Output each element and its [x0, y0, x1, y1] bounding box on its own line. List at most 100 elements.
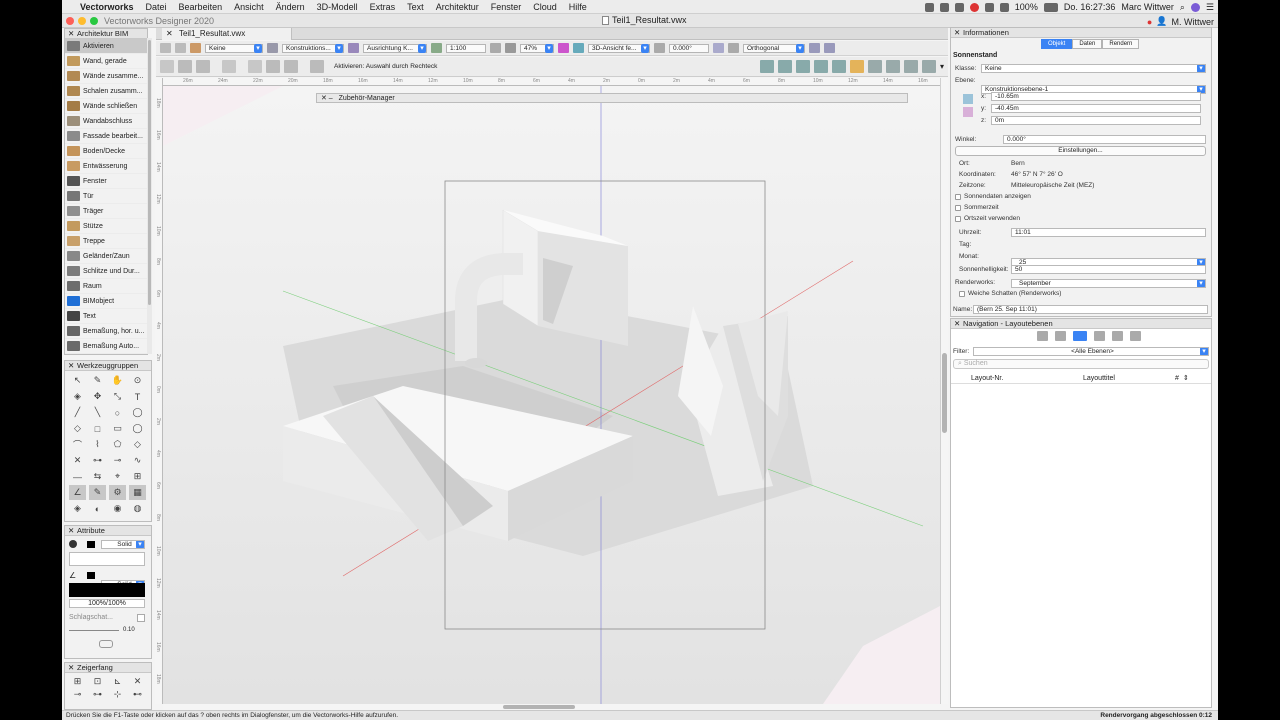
battery-icon[interactable]	[1043, 2, 1058, 12]
snap-tool-5-icon[interactable]	[831, 60, 846, 73]
snap-button-6-icon[interactable]: ⊹	[109, 688, 126, 700]
forward-icon[interactable]	[175, 43, 186, 53]
tool-group-button-13-icon[interactable]: □	[89, 421, 106, 436]
tool-group-button-26-icon[interactable]: ⌖	[109, 469, 126, 484]
app-menu[interactable]: Vectorworks	[74, 2, 140, 12]
sundata-checkbox[interactable]	[955, 193, 961, 200]
snap-button-1-icon[interactable]: ⊡	[89, 675, 106, 687]
accessory-manager[interactable]: ✕ ‒ Zubehör-Manager	[316, 93, 908, 103]
render-mode-icon[interactable]	[558, 43, 569, 53]
minimize-window-button[interactable]	[78, 17, 86, 25]
line-weight-value[interactable]: 0.10	[123, 627, 135, 633]
bim-tool-16[interactable]: Raum	[65, 279, 147, 294]
tool-group-button-17-icon[interactable]: ⌇	[89, 437, 106, 452]
back-icon[interactable]	[160, 43, 171, 53]
localtime-checkbox[interactable]	[955, 215, 961, 222]
magnifier-icon[interactable]	[505, 43, 516, 53]
bim-tool-10[interactable]: Tür	[65, 189, 147, 204]
y-field[interactable]: -40.45m	[991, 104, 1201, 113]
view-mode-icon[interactable]	[867, 60, 882, 73]
volume-icon[interactable]	[999, 2, 1009, 12]
preferences-icon[interactable]	[310, 60, 324, 73]
status-icon-a[interactable]	[924, 2, 934, 12]
siri-icon[interactable]	[1190, 2, 1200, 12]
close-icon[interactable]: ✕	[68, 526, 74, 536]
nav-classes-icon[interactable]	[1037, 331, 1048, 341]
bim-tool-4[interactable]: Wände schließen	[65, 99, 147, 114]
close-icon[interactable]: ✕	[954, 28, 960, 38]
tool-group-button-5-icon[interactable]: ✥	[89, 389, 106, 404]
menu-cloud[interactable]: Cloud	[527, 2, 563, 12]
nav-views-icon[interactable]	[1112, 331, 1123, 341]
clock[interactable]: Do. 16:27:36	[1064, 2, 1116, 12]
document-tab[interactable]: ✕ Teil1_Resultat.vwx	[162, 28, 292, 40]
rectangle-select-icon[interactable]	[248, 60, 262, 73]
tool-group-button-25-icon[interactable]: ⇆	[89, 469, 106, 484]
view-cube-icon[interactable]	[573, 43, 584, 53]
menu-text[interactable]: Text	[401, 2, 430, 12]
fill-style-select[interactable]: Solid	[101, 540, 145, 549]
position-anchor-icon[interactable]	[963, 107, 973, 117]
class-field[interactable]: Keine	[981, 64, 1206, 73]
tool-group-button-33-icon[interactable]: ◐	[89, 501, 106, 516]
line-style-icon[interactable]	[99, 640, 113, 648]
projection-icon[interactable]	[728, 43, 739, 53]
nav-layers-icon[interactable]	[1055, 331, 1066, 341]
bim-tool-9[interactable]: Fenster	[65, 174, 147, 189]
localtime-checkbox-row[interactable]: Ortszeit verwenden	[955, 215, 1020, 222]
tab-objekt[interactable]: Objekt	[1041, 39, 1073, 49]
fill-color-swatch[interactable]	[87, 541, 95, 548]
bim-tool-17[interactable]: BIMobject	[65, 294, 147, 309]
bim-tool-8[interactable]: Entwässerung	[65, 159, 147, 174]
close-icon[interactable]: ✕	[68, 29, 74, 39]
time-field[interactable]: 11:01	[1011, 228, 1206, 237]
standard-view-select[interactable]: 3D-Ansicht fe...	[588, 43, 650, 53]
lasso-select-icon[interactable]	[266, 60, 280, 73]
notification-icon[interactable]: ●	[1147, 17, 1152, 27]
sundata-checkbox-row[interactable]: Sonnendaten anzeigen	[955, 193, 1031, 200]
tool-group-button-3-icon[interactable]: ⊙	[129, 373, 146, 388]
camera-icon[interactable]	[903, 60, 918, 73]
wifi-icon[interactable]	[984, 2, 994, 12]
layer-mode-icon[interactable]	[885, 60, 900, 73]
menu-bearbeiten[interactable]: Bearbeiten	[173, 2, 229, 12]
search-icon[interactable]: ⌕	[1180, 2, 1185, 13]
selection-mode-3-icon[interactable]	[196, 60, 210, 73]
summer-checkbox-row[interactable]: Sommerzeit	[955, 204, 999, 211]
cloud-icon[interactable]	[954, 2, 964, 12]
soft-shadows-checkbox[interactable]	[959, 290, 965, 297]
tool-group-button-7-icon[interactable]: T	[129, 389, 146, 404]
snap-tool-4-icon[interactable]	[813, 60, 828, 73]
tool-group-button-8-icon[interactable]: ╱	[69, 405, 86, 420]
col-layout-number[interactable]: Layout-Nr.	[971, 373, 1003, 384]
tool-group-button-27-icon[interactable]: ⊞	[129, 469, 146, 484]
selection-mode-1-icon[interactable]	[160, 60, 174, 73]
tool-group-button-1-icon[interactable]: ✎	[89, 373, 106, 388]
search-field[interactable]: ⌕ Suchen	[953, 359, 1209, 369]
layer-options-icon[interactable]	[267, 43, 278, 53]
layer-select[interactable]: Konstruktions...	[282, 43, 344, 53]
month-select[interactable]: September	[1011, 279, 1206, 288]
scroll-thumb[interactable]	[942, 353, 947, 433]
bim-tool-18[interactable]: Text	[65, 309, 147, 324]
status-icon-b[interactable]	[939, 2, 949, 12]
menu-hilfe[interactable]: Hilfe	[563, 2, 593, 12]
menu-ansicht[interactable]: Ansicht	[228, 2, 270, 12]
tab-daten[interactable]: Daten	[1072, 39, 1103, 49]
close-icon[interactable]: ✕	[68, 361, 74, 371]
bim-tool-14[interactable]: Geländer/Zaun	[65, 249, 147, 264]
fill-preview[interactable]	[69, 552, 145, 566]
polygon-select-icon[interactable]	[284, 60, 298, 73]
tool-group-button-19-icon[interactable]: ◇	[129, 437, 146, 452]
tool-group-button-22-icon[interactable]: ⊸	[109, 453, 126, 468]
close-icon[interactable]: ✕	[954, 319, 960, 329]
snap-button-5-icon[interactable]: ⊶	[89, 688, 106, 700]
zoom-icon[interactable]	[490, 43, 501, 53]
snap-button-2-icon[interactable]: ⊾	[109, 675, 126, 687]
snap-tool-3-icon[interactable]	[795, 60, 810, 73]
shadow-toggle[interactable]	[137, 614, 145, 622]
walkthrough-icon[interactable]	[824, 43, 835, 53]
menu-3d-modell[interactable]: 3D-Modell	[311, 2, 364, 12]
tool-group-button-2-icon[interactable]: ✋	[109, 373, 126, 388]
col-hash[interactable]: #	[1175, 373, 1179, 384]
